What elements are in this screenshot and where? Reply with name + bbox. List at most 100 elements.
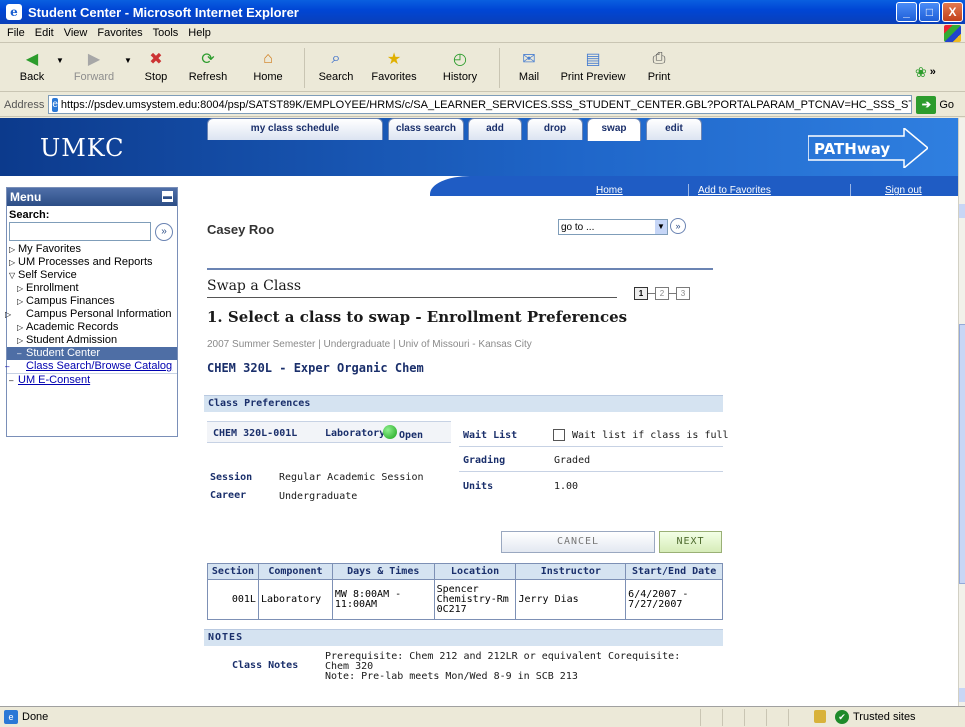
cell-instructor: Jerry Dias: [515, 579, 627, 620]
back-arrow-icon: ◀: [25, 51, 39, 68]
pref-divider: [459, 446, 723, 447]
menu-item-academic-records[interactable]: ▷ Academic Records: [7, 321, 177, 334]
favorites-button[interactable]: ★ Favorites: [361, 44, 427, 90]
back-button[interactable]: ◀ Back: [10, 44, 54, 90]
trusted-sites-icon: ✔: [835, 710, 849, 724]
menu-search-input[interactable]: [9, 222, 151, 241]
ie-logo-icon: e: [6, 4, 22, 20]
mail-button[interactable]: ✉ Mail: [506, 44, 552, 90]
stop-button[interactable]: ✖ Stop: [134, 44, 178, 90]
menu-item-student-center[interactable]: – Student Center: [7, 347, 177, 360]
tab-drop[interactable]: drop: [527, 118, 583, 140]
tab-my-class-schedule[interactable]: my class schedule: [207, 118, 383, 140]
career-value: Undergraduate: [279, 491, 358, 502]
sign-out-link[interactable]: Sign out: [885, 185, 922, 196]
toolbar-more-button[interactable]: ❀ »: [915, 44, 955, 90]
goto-go-icon[interactable]: »: [670, 218, 686, 234]
menu-item-enrollment[interactable]: ▷ Enrollment: [7, 282, 177, 295]
forward-button[interactable]: ▶ Forward: [66, 44, 122, 90]
session-value: Regular Academic Session: [279, 472, 424, 483]
cell-section: 001L: [207, 579, 259, 620]
tab-swap[interactable]: swap: [587, 118, 641, 141]
goto-select[interactable]: go to ... ▼: [558, 219, 668, 235]
step-2: 2: [655, 287, 669, 300]
maximize-button[interactable]: □: [919, 2, 940, 22]
menu-item-campus-personal[interactable]: ▷ Campus Personal Information: [5, 308, 177, 321]
menu-file[interactable]: File: [7, 27, 25, 39]
vertical-scrollbar[interactable]: [958, 118, 965, 706]
back-dropdown[interactable]: ▼: [54, 44, 66, 90]
menu-favorites[interactable]: Favorites: [97, 27, 142, 39]
title-divider: [207, 297, 617, 298]
waitlist-label: Wait List: [463, 430, 518, 441]
forward-dropdown[interactable]: ▼: [122, 44, 134, 90]
course-title: CHEM 320L - Exper Organic Chem: [207, 361, 424, 375]
add-to-favorites-link[interactable]: Add to Favorites: [698, 185, 771, 196]
col-location: Location: [433, 563, 517, 580]
refresh-button[interactable]: ⟳ Refresh: [178, 44, 238, 90]
home-link[interactable]: Home: [596, 185, 623, 196]
history-button[interactable]: ◴ History: [427, 44, 493, 90]
tab-add[interactable]: add: [468, 118, 522, 140]
close-button[interactable]: X: [942, 2, 963, 22]
menu-item-my-favorites[interactable]: ▷ My Favorites: [7, 243, 177, 256]
scroll-down-icon[interactable]: [959, 688, 965, 702]
scroll-thumb[interactable]: [959, 324, 965, 584]
menu-item-class-search[interactable]: – Class Search/Browse Catalog: [5, 360, 177, 373]
menu-item-um-processes[interactable]: ▷ UM Processes and Reports: [7, 256, 177, 269]
tab-class-search[interactable]: class search: [388, 118, 464, 140]
address-input[interactable]: e https://psdev.umsystem.edu:8004/psp/SA…: [48, 95, 913, 114]
menu-item-campus-finances[interactable]: ▷ Campus Finances: [7, 295, 177, 308]
search-button[interactable]: ⌕ Search: [311, 44, 361, 90]
tab-edit[interactable]: edit: [646, 118, 702, 140]
go-arrow-icon[interactable]: ➔: [916, 95, 937, 114]
step-title: 1. Select a class to swap - Enrollment P…: [207, 308, 628, 326]
collapse-icon[interactable]: ▬: [162, 191, 173, 202]
waitlist-checkbox[interactable]: [553, 429, 565, 441]
star-icon: ★: [386, 51, 402, 68]
page-done-icon: e: [4, 710, 18, 724]
menu-view[interactable]: View: [64, 27, 88, 39]
units-label: Units: [463, 481, 494, 492]
class-info-box: CHEM 320L-001L Laboratory Open: [207, 421, 451, 443]
student-name: Casey Roo: [207, 222, 275, 237]
minimize-button[interactable]: _: [896, 2, 917, 22]
refresh-icon: ⟳: [201, 51, 215, 68]
menu-help[interactable]: Help: [188, 27, 211, 39]
session-label: Session: [210, 472, 253, 483]
menu-item-self-service[interactable]: ▽ Self Service: [7, 269, 177, 282]
waitlist-text: Wait list if class is full: [572, 430, 729, 441]
go-button[interactable]: Go: [939, 99, 954, 111]
class-preferences-header: Class Preferences: [204, 395, 723, 412]
col-start-end: Start/End Date: [625, 563, 723, 580]
home-button[interactable]: ⌂ Home: [238, 44, 298, 90]
cell-location: Spencer Chemistry-Rm 0C217: [433, 579, 517, 620]
next-button[interactable]: NEXT: [659, 531, 722, 553]
top-nav: Home Add to Favorites Sign out: [440, 184, 958, 198]
step-indicator: 1 2 3: [634, 287, 690, 300]
menu-edit[interactable]: Edit: [35, 27, 54, 39]
cancel-button[interactable]: CANCEL: [501, 531, 655, 553]
address-url: https://psdev.umsystem.edu:8004/psp/SATS…: [60, 98, 911, 111]
col-section: Section: [207, 563, 259, 580]
print-button[interactable]: ⎙ Print: [634, 44, 684, 90]
menu-search-go-icon[interactable]: »: [155, 222, 173, 241]
page-icon: e: [52, 97, 58, 112]
menu-title: Menu: [10, 190, 42, 204]
address-bar: Address e https://psdev.umsystem.edu:800…: [0, 93, 965, 117]
units-value: 1.00: [554, 481, 579, 492]
grading-label: Grading: [463, 455, 506, 466]
menu-item-um-econsent[interactable]: – UM E-Consent: [7, 373, 177, 387]
search-icon: ⌕: [331, 50, 341, 67]
scroll-up-icon[interactable]: [959, 204, 965, 218]
cell-component: Laboratory: [257, 579, 333, 620]
window-title: Student Center - Microsoft Internet Expl…: [28, 4, 299, 20]
class-number: CHEM 320L-001L: [213, 428, 298, 439]
menu-item-student-admission[interactable]: ▷ Student Admission: [7, 334, 177, 347]
mail-icon: ✉: [522, 51, 536, 68]
menu-tools[interactable]: Tools: [153, 27, 179, 39]
col-component: Component: [257, 563, 333, 580]
print-preview-button[interactable]: ▤ Print Preview: [552, 44, 634, 90]
career-label: Career: [210, 490, 247, 501]
toolbar: ◀ Back ▼ ▶ Forward ▼ ✖ Stop ⟳ Refresh ⌂ …: [0, 44, 965, 92]
